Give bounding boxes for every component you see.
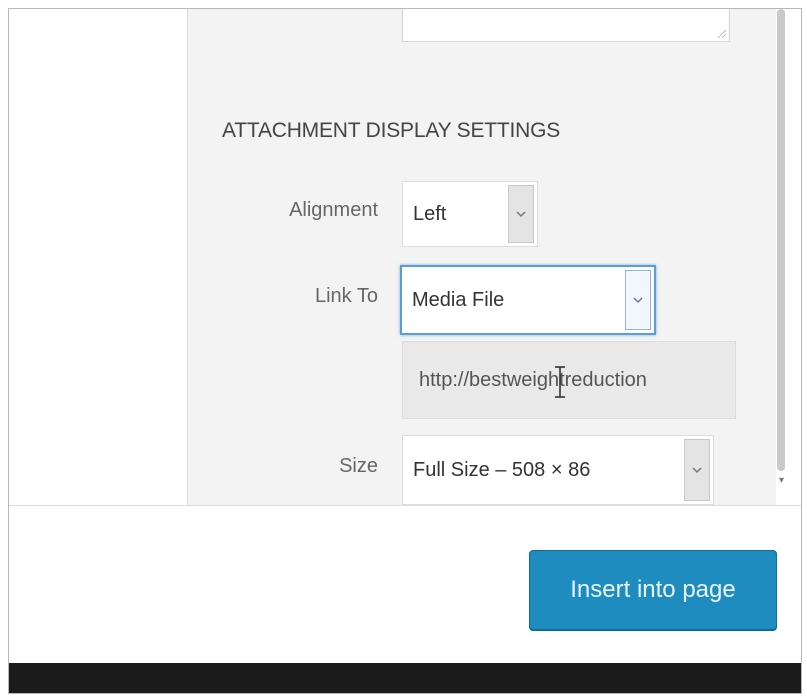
link-url-value: http://bestweightreduction xyxy=(419,368,647,391)
alignment-select[interactable]: Left xyxy=(402,181,538,247)
attachment-details-sidebar: ATTACHMENT DISPLAY SETTINGS Alignment Le… xyxy=(187,9,776,505)
display-settings-heading: ATTACHMENT DISPLAY SETTINGS xyxy=(222,119,561,142)
text-cursor-icon xyxy=(555,366,565,398)
size-value: Full Size – 508 × 86 xyxy=(413,458,591,481)
size-select[interactable]: Full Size – 508 × 86 xyxy=(402,435,714,505)
sidebar-scrollbar[interactable] xyxy=(777,9,785,471)
scroll-down-arrow-icon[interactable]: ▾ xyxy=(779,475,784,486)
link-url-field[interactable]: http://bestweightreduction xyxy=(402,341,736,419)
resize-grip-icon[interactable] xyxy=(716,28,726,38)
link-to-select[interactable]: Media File xyxy=(400,265,656,335)
size-label: Size xyxy=(339,455,378,477)
chevron-down-icon[interactable] xyxy=(684,439,710,501)
media-library-pane xyxy=(9,9,187,505)
description-textarea[interactable] xyxy=(402,9,730,42)
alignment-value: Left xyxy=(413,202,447,225)
chevron-down-icon[interactable] xyxy=(508,185,534,243)
link-to-value: Media File xyxy=(412,288,505,311)
modal-toolbar: Insert into page xyxy=(9,505,801,664)
insert-into-page-button[interactable]: Insert into page xyxy=(529,550,777,630)
media-modal: ATTACHMENT DISPLAY SETTINGS Alignment Le… xyxy=(8,8,802,694)
link-to-label: Link To xyxy=(314,285,378,307)
chevron-down-icon[interactable] xyxy=(625,270,651,330)
alignment-label: Alignment xyxy=(289,199,378,221)
bottom-bar xyxy=(9,663,801,693)
